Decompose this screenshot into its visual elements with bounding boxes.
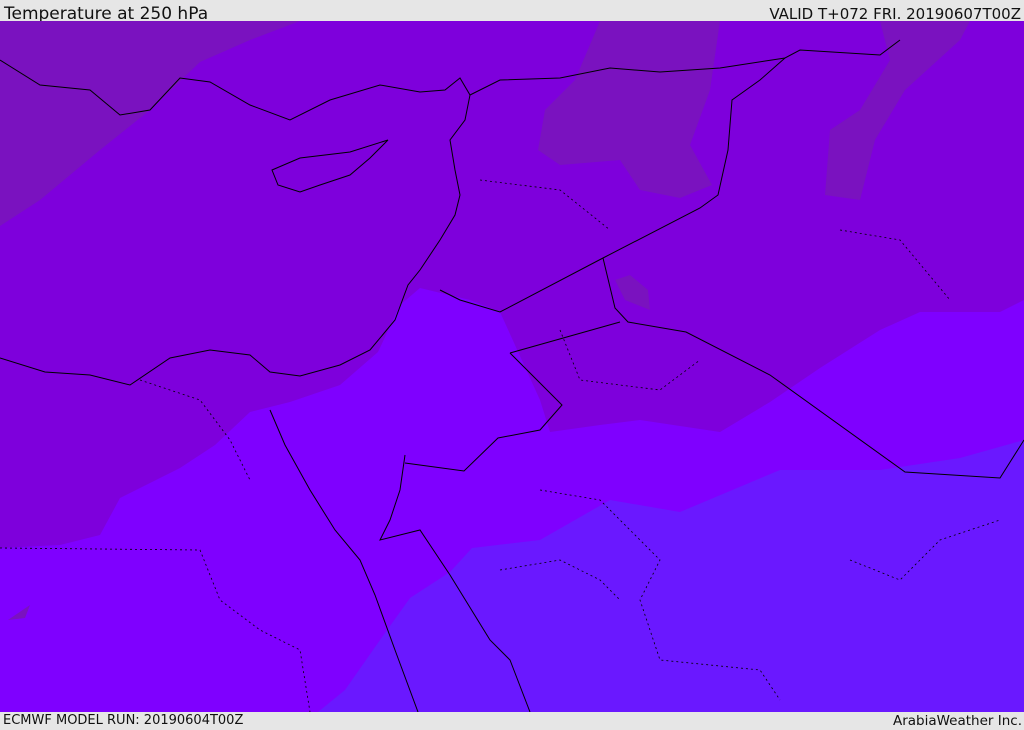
model-run: ECMWF MODEL RUN: 20190604T00Z: [3, 713, 244, 728]
temperature-map: [0, 21, 1024, 712]
header-bar: Temperature at 250 hPa VALID T+072 FRI. …: [0, 0, 1024, 24]
footer-bar: ECMWF MODEL RUN: 20190604T00Z ArabiaWeat…: [0, 712, 1024, 729]
credit: ArabiaWeather Inc.: [892, 713, 1022, 729]
